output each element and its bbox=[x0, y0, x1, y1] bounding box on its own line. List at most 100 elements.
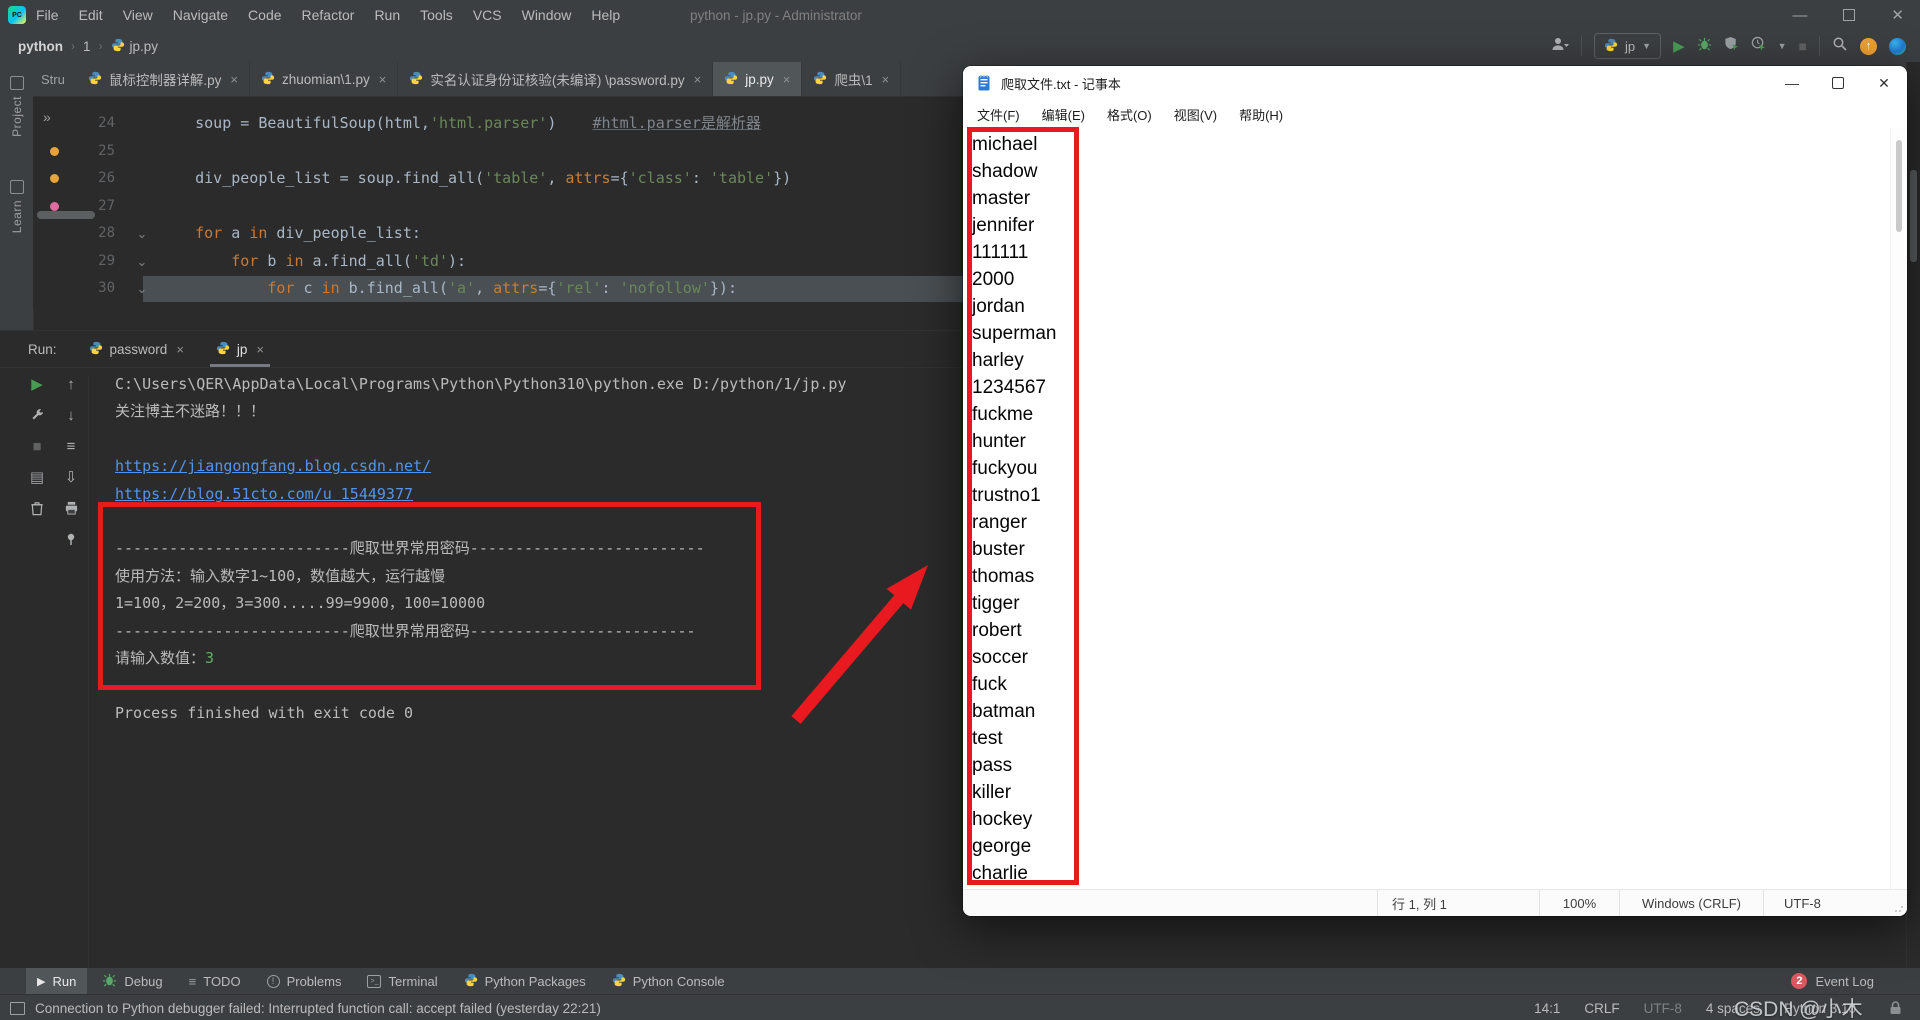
minimize-icon[interactable]: — bbox=[1769, 66, 1815, 100]
close-icon[interactable]: × bbox=[783, 72, 791, 87]
resize-grip[interactable] bbox=[1894, 903, 1904, 913]
tool-window-button-problems[interactable]: !Problems bbox=[256, 968, 353, 994]
tool-window-buttons: ▶RunDebug≡TODO!Problems>_TerminalPython … bbox=[26, 968, 736, 994]
code-segment: , bbox=[475, 279, 493, 297]
close-icon[interactable]: × bbox=[256, 342, 264, 357]
editor-tab[interactable]: jp.py× bbox=[713, 62, 802, 96]
code-segment bbox=[159, 252, 231, 270]
debug-button[interactable] bbox=[1697, 36, 1712, 56]
settings-wrench-icon[interactable] bbox=[28, 406, 46, 424]
run-config-selector[interactable]: jp ▼ bbox=[1594, 33, 1661, 59]
coverage-button[interactable] bbox=[1724, 36, 1739, 56]
fold-arrow-icon[interactable]: ⌄ bbox=[125, 248, 159, 276]
menu-view[interactable]: View bbox=[123, 7, 153, 23]
close-icon[interactable]: ✕ bbox=[1861, 66, 1907, 100]
scrollbar-thumb[interactable] bbox=[1896, 140, 1902, 232]
editor-tab[interactable]: 爬虫\1× bbox=[802, 62, 901, 96]
sidebar-tab-project[interactable]: Project bbox=[0, 76, 33, 137]
event-log-button[interactable]: 2 Event Log bbox=[1791, 973, 1874, 989]
tool-window-button-python-packages[interactable]: Python Packages bbox=[453, 968, 597, 994]
restore-layout-icon[interactable]: ▤ bbox=[28, 468, 46, 486]
python-icon bbox=[724, 71, 738, 88]
menu-tools[interactable]: Tools bbox=[420, 7, 453, 23]
tool-window-button-terminal[interactable]: >_Terminal bbox=[356, 968, 448, 994]
tool-window-button-run[interactable]: ▶Run bbox=[26, 968, 87, 994]
clear-all-icon[interactable] bbox=[28, 499, 46, 517]
close-icon[interactable]: × bbox=[379, 72, 387, 87]
notepad-menu-item[interactable]: 帮助(H) bbox=[1228, 105, 1294, 124]
tool-window-button-debug[interactable]: Debug bbox=[91, 968, 173, 994]
drive-icon[interactable] bbox=[1889, 38, 1906, 55]
pin-icon[interactable] bbox=[62, 530, 80, 548]
profiler-button[interactable] bbox=[1751, 36, 1766, 56]
tool-window-button-todo[interactable]: ≡TODO bbox=[178, 968, 252, 994]
menu-code[interactable]: Code bbox=[248, 7, 281, 23]
maximize-icon[interactable] bbox=[1815, 66, 1861, 100]
menu-vcs[interactable]: VCS bbox=[473, 7, 502, 23]
chevron-down-icon[interactable]: ▼ bbox=[1778, 41, 1787, 51]
maximize-icon[interactable] bbox=[1843, 9, 1855, 21]
print-icon[interactable] bbox=[62, 499, 80, 517]
notepad-icon bbox=[976, 74, 992, 92]
close-icon[interactable]: × bbox=[176, 342, 184, 357]
soft-wrap-icon[interactable]: ≡ bbox=[62, 437, 80, 455]
fold-arrow-icon[interactable]: ⌄ bbox=[125, 275, 159, 303]
file-encoding[interactable]: UTF-8 bbox=[1644, 1001, 1682, 1016]
close-icon[interactable]: × bbox=[882, 72, 890, 87]
editor-tab[interactable]: 实名认证身份证核验(未编译) \password.py× bbox=[398, 62, 713, 96]
notepad-text-area[interactable]: michaelshadowmasterjennifer1111112000jor… bbox=[963, 128, 1891, 890]
notepad-menu-item[interactable]: 视图(V) bbox=[1163, 105, 1228, 124]
line-separator[interactable]: CRLF bbox=[1584, 1001, 1619, 1016]
down-stack-icon[interactable]: ↓ bbox=[62, 406, 80, 424]
console-link[interactable]: https://jiangongfang.blog.csdn.net/ bbox=[115, 457, 431, 475]
close-icon[interactable]: ✕ bbox=[1891, 6, 1904, 24]
menu-refactor[interactable]: Refactor bbox=[302, 7, 355, 23]
breadcrumb-item[interactable]: python bbox=[18, 39, 63, 54]
search-icon[interactable] bbox=[1832, 36, 1848, 57]
notepad-scrollbar[interactable] bbox=[1890, 128, 1907, 890]
breadcrumb-item[interactable]: 1 bbox=[83, 39, 91, 54]
fold-arrow-icon[interactable]: ⌄ bbox=[125, 220, 159, 248]
close-icon[interactable]: × bbox=[694, 72, 702, 87]
update-icon[interactable]: ↑ bbox=[1860, 38, 1877, 55]
menu-help[interactable]: Help bbox=[591, 7, 620, 23]
caret-position[interactable]: 14:1 bbox=[1534, 1001, 1560, 1016]
scrollbar-thumb[interactable] bbox=[1910, 170, 1917, 262]
scroll-to-end-icon[interactable]: ⇩ bbox=[62, 468, 80, 486]
menu-navigate[interactable]: Navigate bbox=[173, 7, 228, 23]
lock-icon[interactable] bbox=[1889, 1001, 1902, 1020]
structure-label[interactable]: Stru bbox=[41, 72, 65, 87]
tab-label: password bbox=[110, 342, 168, 357]
window-icon[interactable] bbox=[10, 1002, 25, 1015]
user-icon[interactable] bbox=[1551, 36, 1569, 57]
editor-tab[interactable]: zhuomian\1.py× bbox=[250, 62, 398, 96]
editor-tab[interactable]: 鼠标控制器详解.py× bbox=[77, 62, 250, 96]
sidebar-tab-learn[interactable]: Learn bbox=[0, 180, 33, 233]
zoom-level[interactable]: 100% bbox=[1539, 890, 1619, 916]
code-segment bbox=[159, 114, 195, 132]
status-message: Connection to Python debugger failed: In… bbox=[35, 1001, 601, 1016]
notepad-title: 爬取文件.txt - 记事本 bbox=[1001, 74, 1121, 93]
close-icon[interactable]: × bbox=[230, 72, 238, 87]
stop-icon[interactable]: ■ bbox=[28, 437, 46, 455]
run-tab[interactable]: password × bbox=[85, 331, 188, 367]
code-segment: , bbox=[547, 169, 565, 187]
menu-edit[interactable]: Edit bbox=[79, 7, 103, 23]
minimize-icon[interactable]: — bbox=[1792, 7, 1807, 24]
breadcrumb-item[interactable]: jp.py bbox=[111, 38, 159, 55]
notepad-menu-item[interactable]: 编辑(E) bbox=[1031, 105, 1096, 124]
rerun-icon[interactable]: ▶ bbox=[28, 375, 46, 393]
notepad-menu-item[interactable]: 格式(O) bbox=[1096, 105, 1163, 124]
line-number: 29 bbox=[59, 248, 125, 276]
editor-vscrollbar[interactable] bbox=[1906, 62, 1920, 968]
tool-window-button-python-console[interactable]: Python Console bbox=[601, 968, 736, 994]
console-link[interactable]: https://blog.51cto.com/u_15449377 bbox=[115, 485, 413, 503]
run-button[interactable]: ▶ bbox=[1673, 39, 1685, 54]
menu-file[interactable]: File bbox=[36, 7, 59, 23]
up-stack-icon[interactable]: ↑ bbox=[62, 375, 80, 393]
run-tab[interactable]: jp× bbox=[212, 331, 268, 367]
code-segment: for bbox=[195, 224, 231, 242]
notepad-menu-item[interactable]: 文件(F) bbox=[966, 105, 1031, 124]
menu-run[interactable]: Run bbox=[374, 7, 400, 23]
menu-window[interactable]: Window bbox=[522, 7, 572, 23]
